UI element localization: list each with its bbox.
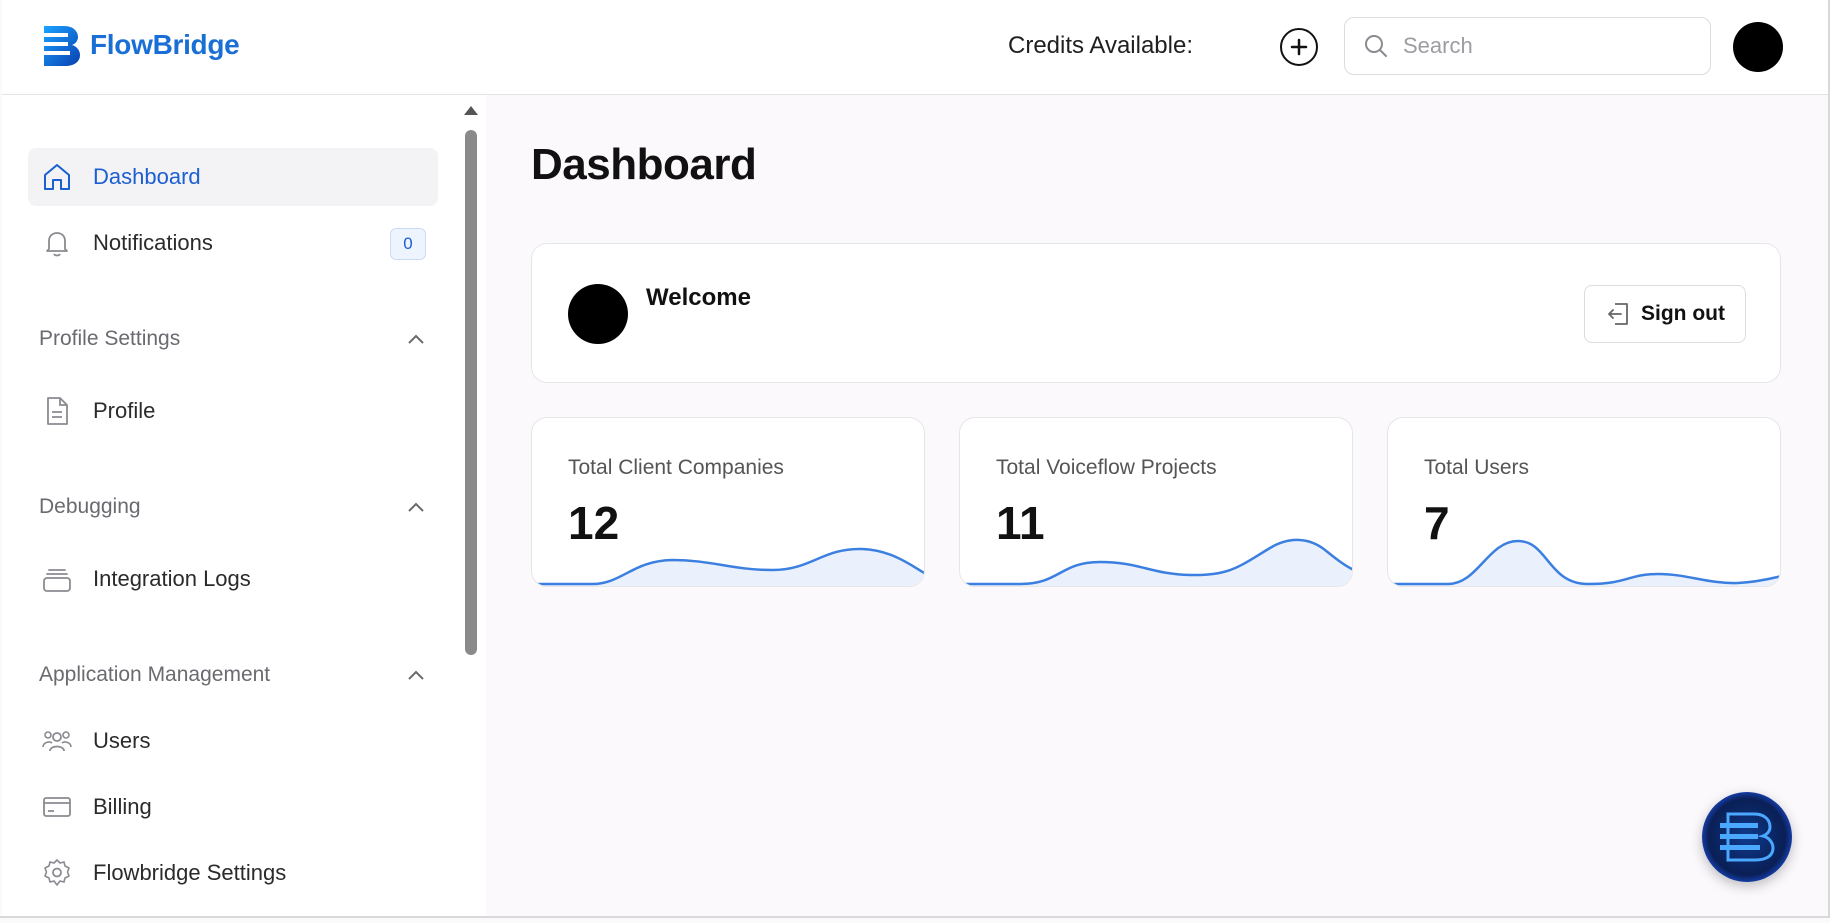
section-application-management[interactable]: Application Management (39, 660, 425, 690)
section-title: Profile Settings (39, 327, 181, 350)
chevron-up-icon (408, 670, 424, 680)
flowbridge-logo-icon (38, 26, 80, 66)
sparkline-chart (1388, 539, 1780, 586)
sidebar-item-notifications[interactable]: Notifications 0 (28, 214, 438, 272)
brand-name: FlowBridge (90, 29, 240, 60)
user-avatar[interactable] (1733, 22, 1783, 72)
page-title: Dashboard (531, 140, 757, 189)
sidebar-item-flowbridge-settings[interactable]: Flowbridge Settings (28, 844, 438, 902)
gear-icon (41, 857, 73, 889)
credit-card-icon (41, 791, 73, 823)
top-bar: FlowBridge Credits Available: (2, 0, 1828, 95)
scroll-up-arrow-icon[interactable] (464, 106, 478, 115)
chevron-up-icon (408, 502, 424, 512)
archive-icon (41, 563, 73, 595)
section-debugging[interactable]: Debugging (39, 492, 425, 522)
chat-widget-button[interactable] (1702, 792, 1792, 882)
sidebar: Dashboard Notifications 0 Profile Settin… (2, 95, 460, 918)
brand-logo[interactable]: FlowBridge (38, 22, 240, 68)
sidebar-item-users[interactable]: Users (28, 712, 438, 770)
search-bar[interactable] (1344, 17, 1711, 75)
sidebar-item-billing[interactable]: Billing (28, 778, 438, 836)
section-profile-settings[interactable]: Profile Settings (39, 324, 425, 354)
search-input[interactable] (1403, 33, 1693, 59)
home-icon (41, 161, 73, 193)
sidebar-item-profile[interactable]: Profile (28, 382, 438, 440)
search-icon (1365, 35, 1387, 57)
chevron-up-icon (408, 334, 424, 344)
section-title: Application Management (39, 663, 271, 686)
stat-card-voiceflow-projects: Total Voiceflow Projects 11 (959, 417, 1353, 587)
sidebar-item-label: Integration Logs (93, 566, 251, 591)
stat-card-client-companies: Total Client Companies 12 (531, 417, 925, 587)
sidebar-item-label: Billing (93, 794, 152, 819)
stat-label: Total Voiceflow Projects (996, 456, 1217, 479)
credits-label: Credits Available: (1008, 32, 1193, 59)
section-title: Debugging (39, 495, 141, 518)
scrollbar-thumb[interactable] (465, 130, 477, 655)
sidebar-item-label: Notifications (93, 230, 213, 255)
stat-card-total-users: Total Users 7 (1387, 417, 1781, 587)
sign-out-button[interactable]: Sign out (1584, 285, 1746, 343)
bell-icon (41, 227, 73, 259)
notification-count-badge: 0 (390, 228, 426, 260)
sidebar-item-label: Dashboard (93, 164, 201, 189)
flowbridge-logo-icon (1720, 812, 1775, 862)
sidebar-item-dashboard[interactable]: Dashboard (28, 148, 438, 206)
sidebar-item-integration-logs[interactable]: Integration Logs (28, 550, 438, 608)
sparkline-chart (532, 547, 924, 586)
welcome-text: Welcome (646, 284, 751, 311)
sidebar-item-label: Profile (93, 398, 156, 423)
sidebar-item-label: Flowbridge Settings (93, 860, 287, 885)
document-icon (41, 395, 73, 427)
avatar (568, 284, 628, 344)
sparkline-chart (960, 538, 1352, 586)
sign-out-label: Sign out (1641, 302, 1725, 325)
users-icon (41, 725, 73, 757)
add-credits-button[interactable] (1280, 28, 1318, 66)
plus-icon (1290, 38, 1308, 56)
sign-out-icon (1608, 303, 1628, 325)
sidebar-item-label: Users (93, 728, 151, 753)
stat-label: Total Client Companies (568, 456, 784, 479)
stat-label: Total Users (1424, 456, 1530, 479)
welcome-card: Welcome Sign out (531, 243, 1781, 383)
